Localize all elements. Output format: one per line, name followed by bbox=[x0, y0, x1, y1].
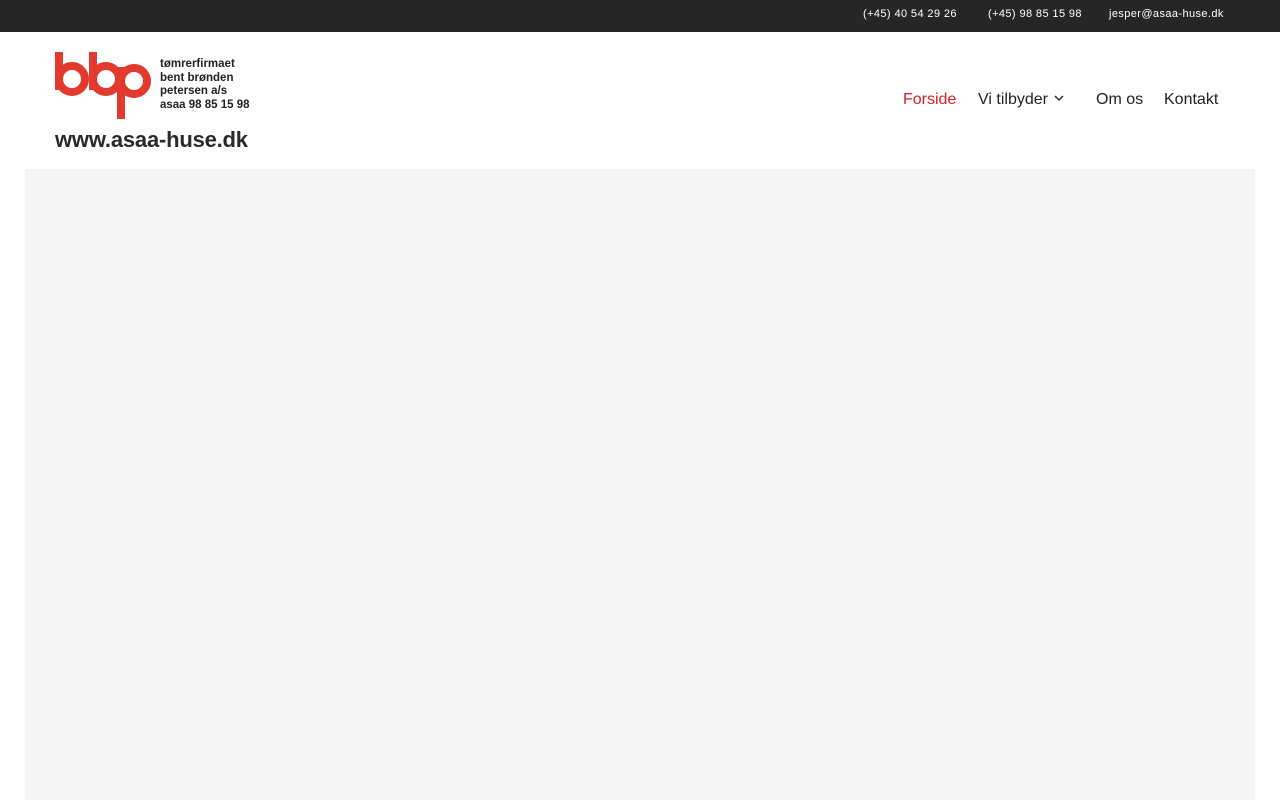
nav-item-om-os[interactable]: Om os bbox=[1096, 90, 1143, 110]
email-link[interactable]: jesper@asaa-huse.dk bbox=[1109, 8, 1224, 20]
logo-line: bent brønden bbox=[160, 71, 234, 84]
logo-line: tømrerfirmaet bbox=[160, 58, 235, 70]
phone-link-2[interactable]: (+45) 98 85 15 98 bbox=[988, 8, 1082, 20]
phone-link-1[interactable]: (+45) 40 54 29 26 bbox=[863, 8, 957, 20]
main-nav: Forside Vi tilbyder Om os Kontakt bbox=[0, 90, 1280, 112]
hero-placeholder bbox=[25, 169, 1255, 800]
site-header: tømrerfirmaet bent brønden petersen a/s … bbox=[0, 32, 1280, 169]
top-contact-bar: (+45) 40 54 29 26 (+45) 98 85 15 98 jesp… bbox=[0, 0, 1280, 32]
nav-item-vi-tilbyder[interactable]: Vi tilbyder bbox=[978, 90, 1064, 110]
nav-item-forside[interactable]: Forside bbox=[903, 90, 956, 110]
nav-item-label: Vi tilbyder bbox=[978, 91, 1048, 108]
chevron-down-icon bbox=[1054, 95, 1064, 101]
logo-url: www.asaa-huse.dk bbox=[55, 127, 248, 152]
nav-item-kontakt[interactable]: Kontakt bbox=[1164, 90, 1218, 110]
